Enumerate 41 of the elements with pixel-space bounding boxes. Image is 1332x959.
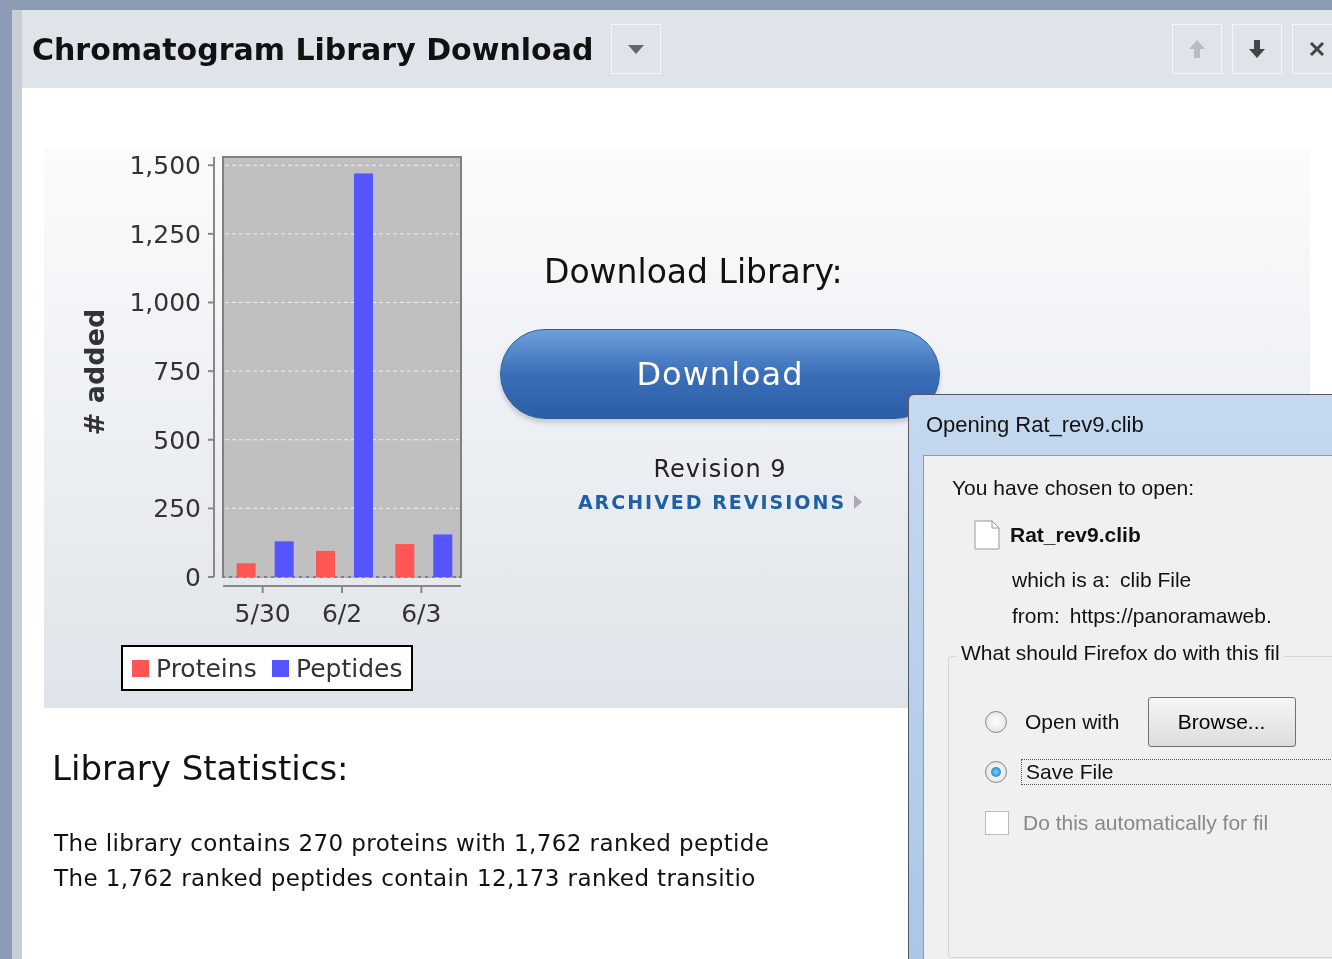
y-tick-label: 250 (153, 494, 201, 524)
statistics-text: The 1,762 ranked peptides contain 12,173 ranked transitio (54, 864, 757, 893)
y-tick-label: 0 (185, 563, 201, 592)
file-name: Rat_rev9.clib (1010, 523, 1141, 547)
option-label: Save File (1025, 759, 1115, 785)
y-tick-label: 1,250 (129, 219, 201, 249)
download-heading: Download Library: (544, 252, 843, 291)
up-arrow-icon (1188, 39, 1206, 59)
legend-label: Peptides (296, 654, 403, 683)
legend-label: Proteins (156, 654, 257, 683)
y-axis-title: # added (79, 308, 110, 436)
close-button[interactable] (1292, 24, 1332, 74)
caret-right-icon (854, 495, 863, 509)
type-label: which is a: (1012, 568, 1111, 592)
y-tick-label: 750 (153, 357, 201, 387)
y-tick-label: 1,500 (129, 151, 201, 181)
checkbox-label: Do this automatically for fil (1023, 811, 1269, 835)
revision-label: Revision 9 (653, 455, 787, 483)
y-tick-label: 1,000 (129, 288, 201, 318)
radio-button[interactable] (985, 761, 1007, 783)
down-arrow-icon (1248, 39, 1266, 59)
archived-revisions-link[interactable]: ARCHIVED REVISIONS (577, 491, 863, 513)
move-down-button[interactable] (1232, 24, 1282, 74)
browse-button[interactable]: Browse... (1147, 697, 1296, 747)
option-label: Open with (1024, 709, 1121, 735)
y-tick-label: 500 (153, 425, 201, 455)
close-icon (1309, 41, 1325, 57)
type-value: clib File (1120, 568, 1192, 592)
x-tick-label: 5/30 (234, 599, 291, 628)
file-icon (974, 520, 1000, 550)
statistics-text: The library contains 270 proteins with 1,762 ranked peptide (54, 829, 771, 858)
dropdown-button[interactable] (611, 24, 662, 74)
x-tick-label: 6/3 (401, 599, 442, 628)
statistics-heading: Library Statistics: (52, 748, 349, 788)
window-title: Chromatogram Library Download (32, 31, 594, 67)
from-label: from: (1012, 604, 1060, 628)
intro-text: You have chosen to open: (952, 476, 1196, 500)
caret-icon (628, 44, 645, 54)
from-value: https://panoramaweb. (1069, 604, 1272, 628)
x-tick-label: 6/2 (321, 599, 363, 628)
radio-button[interactable] (985, 711, 1007, 733)
